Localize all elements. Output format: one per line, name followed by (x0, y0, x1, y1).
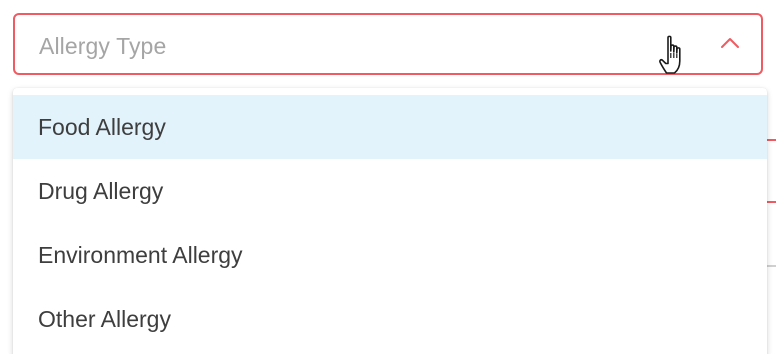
menu-item-other-allergy[interactable]: Other Allergy (13, 287, 767, 351)
menu-item-food-allergy[interactable]: Food Allergy (13, 95, 767, 159)
allergy-type-dropdown-screen: Allergy Type Food Allergy Drug Allergy E… (0, 0, 776, 354)
allergy-type-placeholder: Allergy Type (39, 33, 167, 59)
allergy-type-select[interactable]: Allergy Type (13, 13, 763, 75)
chevron-up-icon[interactable] (719, 36, 741, 50)
menu-item-environment-allergy[interactable]: Environment Allergy (13, 223, 767, 287)
hand-pointer-cursor-icon (659, 35, 681, 74)
menu-item-label: Environment Allergy (38, 241, 243, 268)
menu-item-label: Drug Allergy (38, 177, 164, 204)
menu-item-label: Other Allergy (38, 305, 171, 332)
menu-item-label: Food Allergy (38, 113, 166, 140)
allergy-type-menu: Food Allergy Drug Allergy Environment Al… (13, 88, 767, 354)
menu-item-drug-allergy[interactable]: Drug Allergy (13, 159, 767, 223)
